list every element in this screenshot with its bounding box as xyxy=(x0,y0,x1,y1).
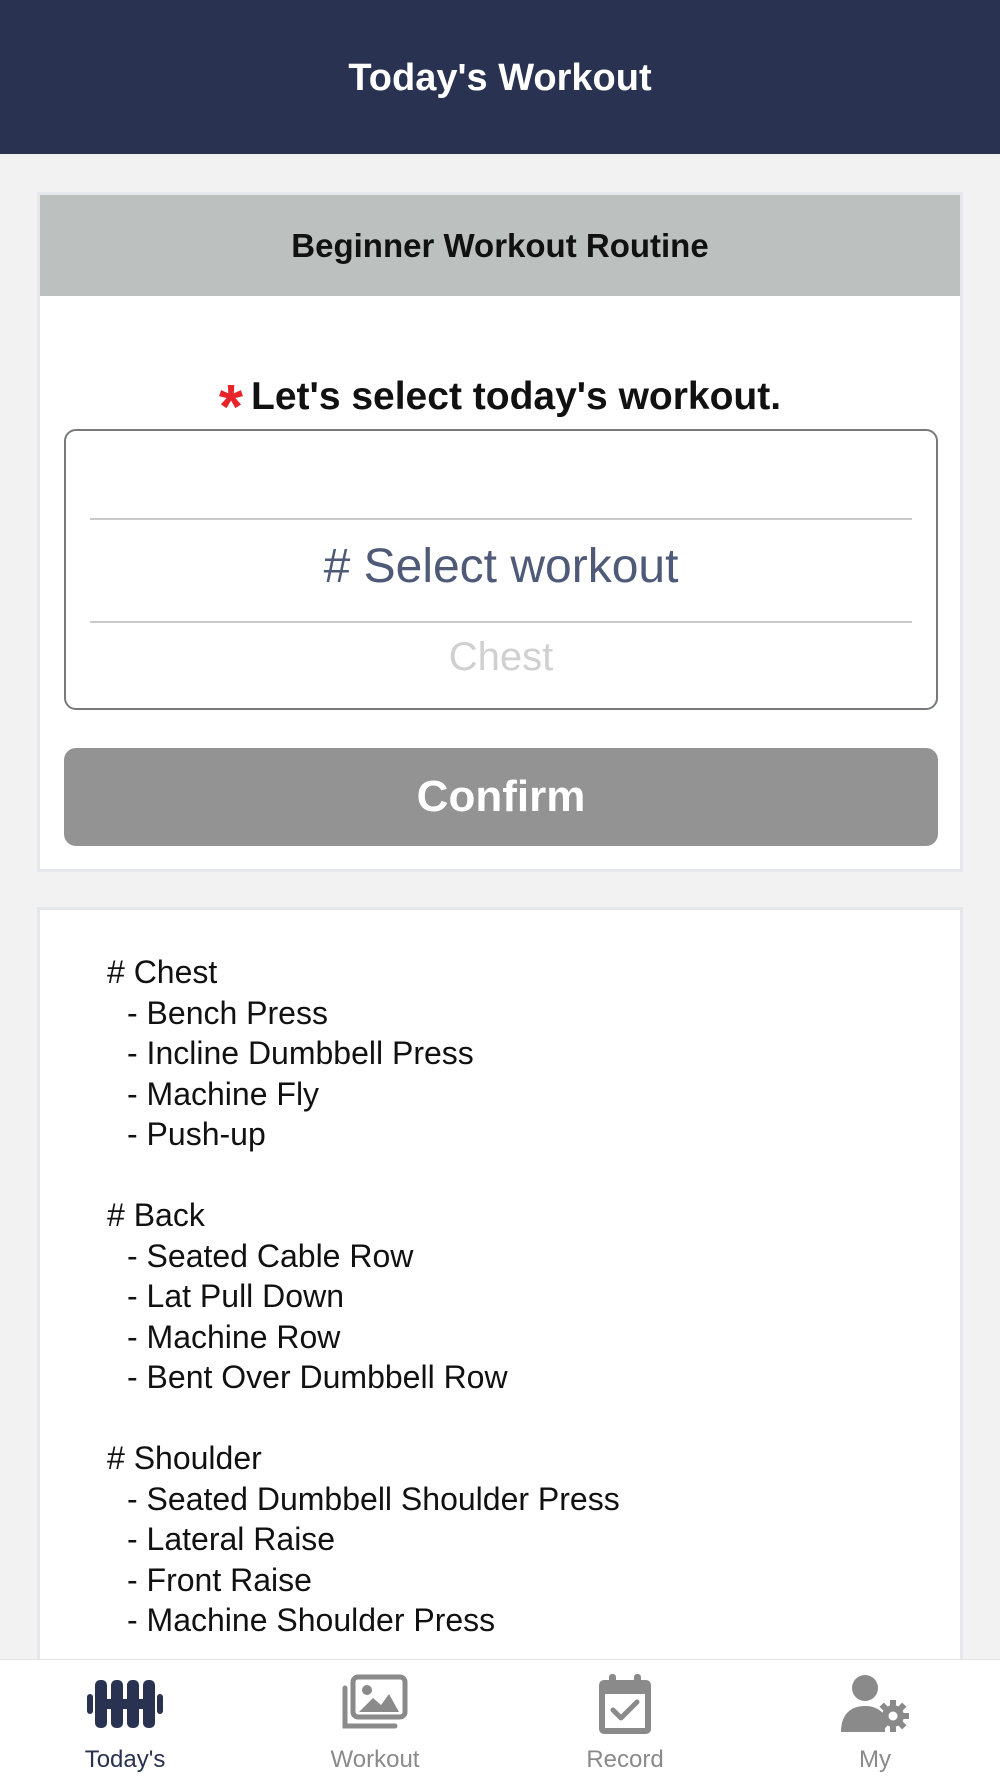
tab-workout[interactable]: Workout xyxy=(250,1660,500,1778)
card-title: Beginner Workout Routine xyxy=(291,226,709,264)
list-item: - Lat Pull Down xyxy=(127,1278,344,1314)
tab-label: My xyxy=(859,1746,891,1773)
images-icon xyxy=(342,1674,408,1729)
tab-todays[interactable]: Today's xyxy=(0,1660,250,1778)
routine-selection-card: Beginner Workout Routine * Let's select … xyxy=(37,192,963,872)
routine-group-shoulder: # Shoulder - Seated Dumbbell Shoulder Pr… xyxy=(107,1438,620,1641)
group-heading: # Chest xyxy=(107,954,218,990)
prompt-text: Let's select today's workout. xyxy=(251,375,782,418)
workout-picker[interactable]: # Select workout Chest xyxy=(64,429,938,710)
tab-my[interactable]: My xyxy=(750,1660,1000,1778)
list-item: - Bench Press xyxy=(127,994,328,1031)
routine-list-card: # Chest - Bench Press - Incline Dumbbell… xyxy=(37,907,963,1667)
list-item: - Lateral Raise xyxy=(127,1521,336,1557)
select-prompt: * Let's select today's workout. xyxy=(40,355,960,439)
tab-record[interactable]: Record xyxy=(500,1660,750,1778)
calendar-check-icon xyxy=(599,1674,651,1734)
list-item: - Machine Fly xyxy=(127,1075,320,1112)
bottom-tab-bar: Today's Workout Record My xyxy=(0,1659,1000,1778)
tab-label: Record xyxy=(586,1746,664,1773)
tab-label: Today's xyxy=(84,1746,166,1773)
app-header: Today's Workout xyxy=(0,0,1000,154)
user-gear-icon xyxy=(841,1675,909,1732)
list-item: - Machine Row xyxy=(127,1318,341,1355)
dumbbell-icon xyxy=(87,1680,163,1728)
routine-list: # Chest - Bench Press - Incline Dumbbell… xyxy=(107,952,620,1667)
list-item: - Seated Dumbbell Shoulder Press xyxy=(127,1480,620,1517)
group-heading: # Shoulder xyxy=(107,1440,262,1476)
picker-divider-top xyxy=(90,518,912,520)
confirm-button[interactable]: Confirm xyxy=(64,748,938,846)
picker-selected-option[interactable]: # Select workout xyxy=(66,539,936,594)
list-item: - Push-up xyxy=(127,1116,266,1152)
picker-option[interactable]: Chest xyxy=(66,635,936,680)
card-header: Beginner Workout Routine xyxy=(40,195,960,296)
page-title: Today's Workout xyxy=(348,56,652,99)
list-item: - Front Raise xyxy=(127,1561,312,1598)
list-item: - Machine Shoulder Press xyxy=(127,1602,496,1638)
group-heading: # Back xyxy=(107,1197,205,1233)
list-item: - Incline Dumbbell Press xyxy=(127,1035,474,1071)
routine-group-chest: # Chest - Bench Press - Incline Dumbbell… xyxy=(107,952,620,1155)
list-item: - Bent Over Dumbbell Row xyxy=(127,1359,508,1395)
list-item: - Seated Cable Row xyxy=(127,1237,414,1274)
picker-divider-bottom xyxy=(90,621,912,623)
routine-group-back: # Back - Seated Cable Row - Lat Pull Dow… xyxy=(107,1195,620,1398)
tab-label: Workout xyxy=(330,1746,420,1773)
